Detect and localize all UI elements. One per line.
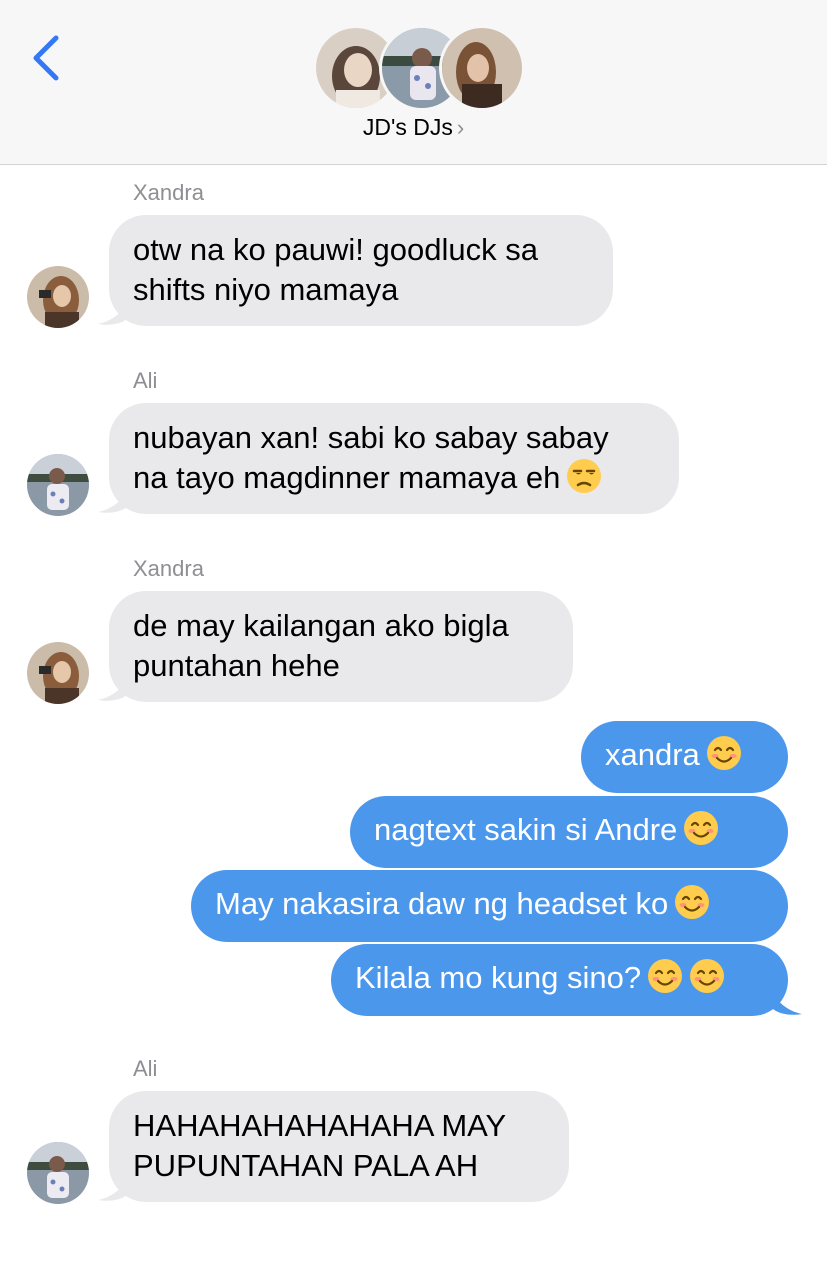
group-name[interactable]: JD's DJs ›: [0, 114, 827, 141]
message-bubble-outgoing[interactable]: nagtext sakin si Andre: [350, 796, 788, 868]
avatar-xandra[interactable]: [27, 642, 89, 704]
message-line: nubayan xan! sabi ko sabay sabay: [133, 420, 609, 455]
message-line: HAHAHAHAHAHAHA MAY: [133, 1108, 507, 1143]
message-line: de may kailangan ako bigla: [133, 608, 509, 643]
chevron-right-icon: ›: [456, 115, 465, 140]
avatar-xandra[interactable]: [27, 266, 89, 328]
message-line: shifts niyo mamaya: [133, 272, 399, 307]
message-bubble-incoming[interactable]: otw na ko pauwi! goodluck sa shifts niyo…: [109, 215, 613, 326]
sender-label: Xandra: [133, 556, 204, 581]
smiling-face-icon: [683, 810, 719, 846]
smiling-face-icon: [706, 735, 742, 771]
group-name-label: JD's DJs: [362, 114, 453, 140]
avatar-ali[interactable]: [27, 454, 89, 516]
smiling-face-icon: [647, 958, 683, 994]
avatar-ali[interactable]: [27, 1142, 89, 1204]
group-avatars[interactable]: [313, 25, 525, 111]
sender-label: Ali: [133, 1056, 158, 1081]
message-line: PUPUNTAHAN PALA AH: [133, 1148, 479, 1183]
bubble-tail: [98, 1178, 128, 1201]
message-text: nagtext sakin si Andre: [374, 812, 678, 847]
unamused-face-icon: [566, 458, 602, 494]
bubble-tail: [98, 302, 128, 325]
message-bubble-incoming[interactable]: nubayan xan! sabi ko sabay sabay na tayo…: [109, 403, 679, 514]
message-bubble-incoming[interactable]: HAHAHAHAHAHAHA MAY PUPUNTAHAN PALA AH: [109, 1091, 569, 1202]
bubble-tail: [98, 678, 128, 701]
message-text: xandra: [605, 737, 700, 772]
chevron-left-icon: [33, 35, 59, 81]
bubble-tail: [98, 490, 128, 513]
member-avatar-third: [439, 25, 525, 111]
smiling-face-icon: [689, 958, 725, 994]
message-line: puntahan hehe: [133, 648, 340, 683]
message-text: Kilala mo kung sino?: [355, 960, 642, 995]
message-bubble-outgoing[interactable]: xandra: [581, 721, 788, 793]
message-text: May nakasira daw ng headset ko: [215, 886, 669, 921]
message-bubble-outgoing[interactable]: May nakasira daw ng headset ko: [191, 870, 788, 942]
sender-label: Xandra: [133, 180, 204, 205]
sender-label: Ali: [133, 368, 158, 393]
bubble-tail: [772, 992, 802, 1015]
message-line: na tayo magdinner mamaya eh: [133, 458, 655, 498]
message-bubble-incoming[interactable]: de may kailangan ako bigla puntahan hehe: [109, 591, 573, 702]
message-line: otw na ko pauwi! goodluck sa: [133, 232, 538, 267]
conversation-header: JD's DJs ›: [0, 0, 827, 165]
smiling-face-icon: [674, 884, 710, 920]
message-bubble-outgoing[interactable]: Kilala mo kung sino?: [331, 944, 788, 1016]
back-button[interactable]: [28, 32, 68, 84]
